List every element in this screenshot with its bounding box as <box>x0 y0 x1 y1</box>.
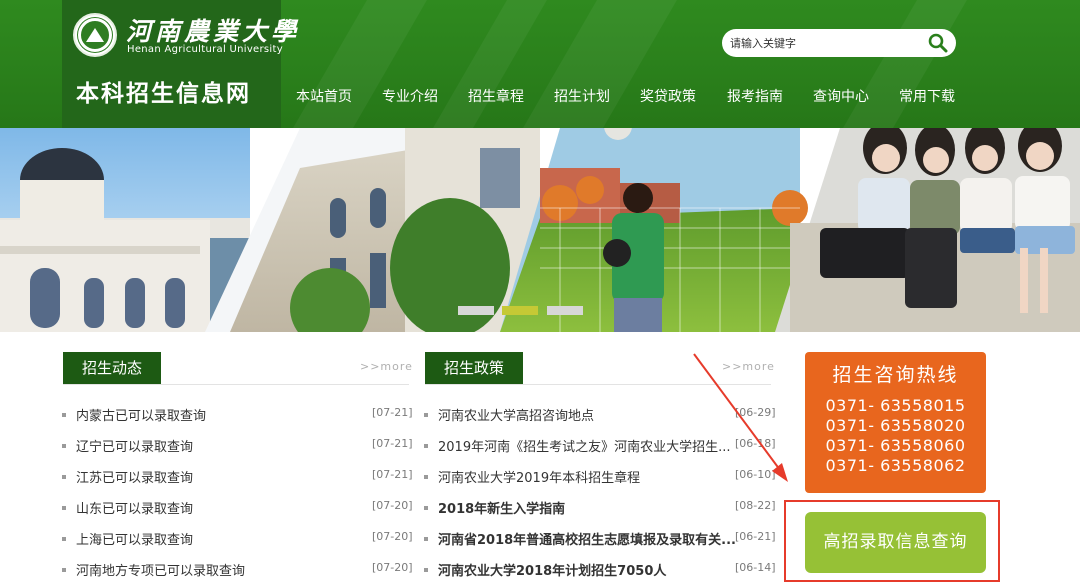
policy-item[interactable]: 2018年新生入学指南 [08-22] <box>424 498 776 518</box>
policy-item-date: [08-22] <box>735 499 776 512</box>
news-item-title[interactable]: 河南地方专项已可以录取查询 <box>76 560 245 579</box>
bullet-icon <box>62 537 66 541</box>
news-item-date: [07-21] <box>372 437 413 450</box>
news-item-date: [07-20] <box>372 530 413 543</box>
header-decor-stripe <box>843 0 967 128</box>
bullet-icon <box>424 568 428 572</box>
nav-home[interactable]: 本站首页 <box>296 86 352 106</box>
news-item[interactable]: 辽宁已可以录取查询 [07-21] <box>62 436 413 456</box>
policy-section-title[interactable]: 招生政策 <box>425 352 523 384</box>
policy-item-date: [06-14] <box>735 561 776 574</box>
policy-item-title[interactable]: 2018年新生入学指南 <box>438 498 565 517</box>
policy-item-title[interactable]: 河南农业大学2019年本科招生章程 <box>438 467 640 486</box>
header-decor-stripe <box>293 0 427 128</box>
news-item[interactable]: 江苏已可以录取查询 [07-21] <box>62 467 413 487</box>
university-name-cn[interactable]: 河南農業大學 <box>126 12 300 48</box>
news-item-title[interactable]: 内蒙古已可以录取查询 <box>76 405 206 424</box>
header-decor-stripe <box>433 0 547 128</box>
policy-item[interactable]: 河南农业大学高招咨询地点 [06-29] <box>424 405 776 425</box>
news-item-title[interactable]: 上海已可以录取查询 <box>76 529 193 548</box>
policy-item-title[interactable]: 河南农业大学2018年计划招生7050人 <box>438 560 666 579</box>
news-item-date: [07-21] <box>372 468 413 481</box>
nav-query-center[interactable]: 查询中心 <box>813 86 869 106</box>
news-item[interactable]: 河南地方专项已可以录取查询 [07-20] <box>62 560 413 580</box>
news-item-date: [07-20] <box>372 499 413 512</box>
search-input[interactable] <box>730 33 920 53</box>
news-item-title[interactable]: 江苏已可以录取查询 <box>76 467 193 486</box>
news-item-date: [07-21] <box>372 406 413 419</box>
admission-query-button[interactable]: 高招录取信息查询 <box>805 512 986 573</box>
bullet-icon <box>62 413 66 417</box>
nav-admission-rules[interactable]: 招生章程 <box>468 86 524 106</box>
bullet-icon <box>424 537 428 541</box>
university-name-en[interactable]: Henan Agricultural University <box>127 44 283 55</box>
hotline-phone-4: 0371- 63558062 <box>825 456 966 475</box>
search-box <box>722 29 956 57</box>
news-divider <box>63 384 409 385</box>
bullet-icon <box>62 506 66 510</box>
bullet-icon <box>424 475 428 479</box>
hotline-panel: 招生咨询热线 0371- 63558015 0371- 63558020 037… <box>805 352 986 493</box>
site-title: 本科招生信息网 <box>76 81 251 107</box>
policy-item[interactable]: 河南省2018年普通高校招生志愿填报及录取有关... [06-21] <box>424 529 776 549</box>
policy-item-date: [06-18] <box>735 437 776 450</box>
hero-banner[interactable] <box>0 128 1080 332</box>
banner-dot-2-active[interactable] <box>502 306 538 315</box>
policy-item-date: [06-21] <box>735 530 776 543</box>
nav-scholarship-policy[interactable]: 奖贷政策 <box>640 86 696 106</box>
policy-item-title[interactable]: 河南农业大学高招咨询地点 <box>438 405 594 424</box>
nav-application-guide[interactable]: 报考指南 <box>727 86 783 106</box>
site-header: 河南農業大學 Henan Agricultural University 本科招… <box>0 0 1080 128</box>
news-item-date: [07-20] <box>372 561 413 574</box>
policy-more-link[interactable]: >>more <box>722 360 775 373</box>
bullet-icon <box>424 444 428 448</box>
policy-divider <box>425 384 771 385</box>
policy-item-title[interactable]: 河南省2018年普通高校招生志愿填报及录取有关... <box>438 529 736 548</box>
policy-item[interactable]: 河南农业大学2019年本科招生章程 [06-10] <box>424 467 776 487</box>
nav-admission-plan[interactable]: 招生计划 <box>554 86 610 106</box>
policy-item-title[interactable]: 2019年河南《招生考试之友》河南农业大学招生... <box>438 436 730 455</box>
nav-downloads[interactable]: 常用下载 <box>899 86 955 106</box>
bullet-icon <box>62 568 66 572</box>
campus-collage-image <box>0 128 1080 332</box>
news-item-title[interactable]: 山东已可以录取查询 <box>76 498 193 517</box>
bullet-icon <box>424 506 428 510</box>
news-more-link[interactable]: >>more <box>360 360 413 373</box>
hotline-phone-2: 0371- 63558020 <box>825 416 966 435</box>
bullet-icon <box>62 444 66 448</box>
policy-item[interactable]: 2019年河南《招生考试之友》河南农业大学招生... [06-18] <box>424 436 776 456</box>
hotline-phone-1: 0371- 63558015 <box>825 396 966 415</box>
news-section-title[interactable]: 招生动态 <box>63 352 161 384</box>
bullet-icon <box>424 413 428 417</box>
policy-item-date: [06-29] <box>735 406 776 419</box>
news-item[interactable]: 内蒙古已可以录取查询 [07-21] <box>62 405 413 425</box>
policy-item[interactable]: 河南农业大学2018年计划招生7050人 [06-14] <box>424 560 776 580</box>
hotline-title: 招生咨询热线 <box>832 364 959 386</box>
policy-item-date: [06-10] <box>735 468 776 481</box>
banner-dot-1[interactable] <box>458 306 494 315</box>
news-item[interactable]: 上海已可以录取查询 [07-20] <box>62 529 413 549</box>
search-icon[interactable] <box>928 33 948 53</box>
news-item-title[interactable]: 辽宁已可以录取查询 <box>76 436 193 455</box>
bullet-icon <box>62 475 66 479</box>
header-decor-stripe <box>523 0 677 128</box>
news-item[interactable]: 山东已可以录取查询 [07-20] <box>62 498 413 518</box>
university-seal-icon[interactable] <box>73 13 117 57</box>
banner-dot-3[interactable] <box>547 306 583 315</box>
nav-majors[interactable]: 专业介绍 <box>382 86 438 106</box>
hotline-phone-3: 0371- 63558060 <box>825 436 966 455</box>
